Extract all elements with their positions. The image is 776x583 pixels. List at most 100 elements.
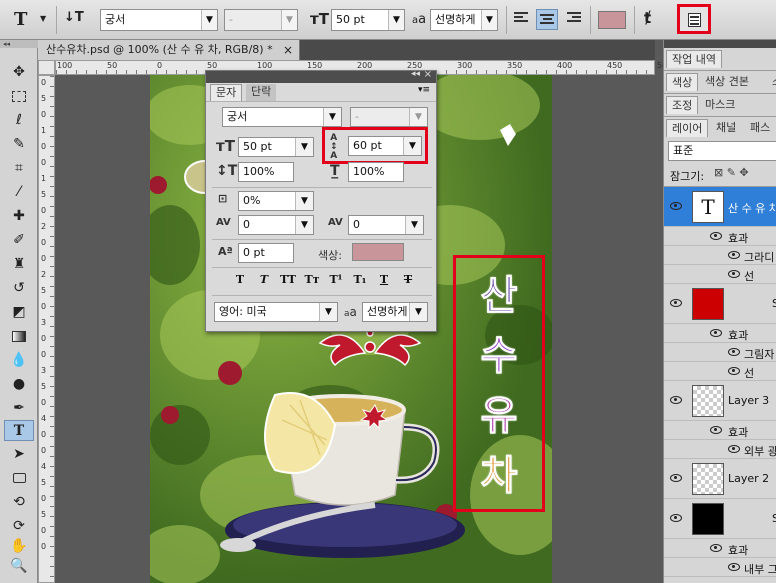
style-button[interactable]: T — [398, 273, 418, 286]
shape-tool-icon[interactable] — [4, 468, 34, 489]
antialias-select[interactable]: 선명하게 ▼ — [430, 9, 498, 31]
lasso-tool-icon[interactable]: ℓ — [4, 110, 34, 131]
type-tool-icon[interactable]: T — [4, 420, 34, 441]
blur-tool-icon[interactable]: 💧 — [4, 350, 34, 371]
style-button[interactable]: TT — [278, 273, 298, 286]
layer-row[interactable]: 선 — [664, 265, 776, 284]
horizontal-scale-field[interactable]: 100% — [348, 162, 404, 182]
panel-antialias-select[interactable]: 선명하게 ▼ — [362, 302, 428, 322]
tab-color-group-0[interactable]: 색상 — [666, 73, 699, 91]
font-family-select[interactable]: 궁서 ▼ — [100, 9, 218, 31]
tab-history[interactable]: 작업 내역 — [666, 50, 722, 68]
lock-icons[interactable]: ⊠ ✎ ✥ — [714, 166, 749, 179]
quick-select-tool-icon[interactable]: ✎ — [4, 134, 34, 155]
visibility-eye-icon[interactable] — [728, 367, 740, 375]
brush-tool-icon[interactable]: ✐ — [4, 230, 34, 251]
text-color-swatch[interactable] — [352, 243, 404, 261]
visibility-eye-icon[interactable] — [670, 299, 682, 307]
visibility-eye-icon[interactable] — [710, 232, 722, 240]
tab-color-group-2[interactable]: 스 — [767, 73, 776, 91]
text-orientation-icon[interactable]: ↓T — [64, 10, 84, 25]
tab-adjust-group-1[interactable]: 마스크 — [700, 96, 740, 114]
panel-titlebar[interactable]: ◂◂ × — [206, 69, 436, 83]
baseline-shift-field[interactable]: 0 pt — [238, 243, 294, 263]
layer-row[interactable]: 그라디 — [664, 246, 776, 265]
blend-mode-select[interactable]: 표준 — [668, 141, 776, 161]
toolbox-grip[interactable]: ◂◂ — [0, 40, 38, 48]
visibility-eye-icon[interactable] — [670, 396, 682, 404]
visibility-eye-icon[interactable] — [728, 348, 740, 356]
toggle-character-panel-button[interactable] — [677, 4, 711, 34]
layer-row[interactable]: 그림자 — [664, 343, 776, 362]
layer-row[interactable]: 효과 — [664, 227, 776, 246]
tab-color-group-1[interactable]: 색상 견본 — [700, 73, 754, 91]
panel-font-family-select[interactable]: 궁서 ▼ — [222, 107, 342, 127]
close-tab-icon[interactable]: × — [283, 40, 293, 60]
style-button[interactable]: T — [230, 273, 250, 286]
visibility-eye-icon[interactable] — [710, 329, 722, 337]
visibility-eye-icon[interactable] — [710, 544, 722, 552]
visibility-eye-icon[interactable] — [670, 514, 682, 522]
style-button[interactable]: T¹ — [326, 273, 346, 286]
text-color-swatch[interactable] — [598, 11, 626, 29]
warp-text-icon[interactable]: ⱦ — [644, 9, 651, 27]
layer-row[interactable]: 선 — [664, 362, 776, 381]
collapse-panel-icon[interactable]: ◂◂ — [411, 69, 420, 79]
vertical-scale-field[interactable]: 100% — [238, 162, 294, 182]
visibility-eye-icon[interactable] — [728, 270, 740, 278]
panel-dock-grip[interactable] — [664, 40, 776, 48]
crop-tool-icon[interactable]: ⌗ — [4, 158, 34, 179]
layer-row[interactable]: Layer 3 — [664, 381, 776, 421]
tab-layers-group-0[interactable]: 레이어 — [666, 119, 709, 137]
layer-row[interactable]: S — [664, 284, 776, 324]
layer-row[interactable]: Layer 2 — [664, 459, 776, 499]
eyedropper-tool-icon[interactable]: ⁄ — [4, 182, 34, 203]
align-center-icon[interactable] — [536, 9, 558, 30]
layer-row[interactable]: S — [664, 499, 776, 539]
dodge-tool-icon[interactable]: ● — [4, 374, 34, 395]
hand-tool-icon[interactable]: ✋ — [4, 536, 34, 557]
tool-preset-dropdown-icon[interactable]: ▼ — [40, 14, 46, 23]
panel-menu-icon[interactable]: ▾≡ — [418, 85, 430, 95]
pen-tool-icon[interactable]: ✒ — [4, 398, 34, 419]
visibility-eye-icon[interactable] — [710, 426, 722, 434]
align-right-icon[interactable] — [565, 12, 581, 26]
panel-leading-select[interactable]: 60 pt ▼ — [348, 136, 422, 156]
tab-adjust-group-0[interactable]: 조정 — [666, 96, 699, 114]
visibility-eye-icon[interactable] — [728, 251, 740, 259]
align-left-icon[interactable] — [514, 12, 530, 26]
tab-paragraph[interactable]: 단락 — [246, 84, 277, 101]
layer-row[interactable]: 효과 — [664, 324, 776, 343]
visibility-eye-icon[interactable] — [670, 474, 682, 482]
layer-row[interactable]: 내부 그 — [664, 558, 776, 577]
layer-row[interactable]: T산 수 유 차 — [664, 187, 776, 227]
tab-layers-group-2[interactable]: 패스 — [745, 119, 775, 137]
eraser-tool-icon[interactable]: ◩ — [4, 302, 34, 323]
type-tool-icon[interactable]: T — [14, 9, 27, 30]
layer-row[interactable]: 외부 광 — [664, 440, 776, 459]
visibility-eye-icon[interactable] — [728, 563, 740, 571]
healing-tool-icon[interactable]: ✚ — [4, 206, 34, 227]
tab-layers-group-1[interactable]: 채널 — [711, 119, 741, 137]
style-button[interactable]: T₁ — [350, 273, 370, 286]
style-button[interactable]: T — [374, 273, 394, 286]
vertical-text-layer[interactable]: 산수유차 — [453, 255, 545, 512]
path-select-tool-icon[interactable]: ➤ — [4, 444, 34, 465]
document-tab[interactable]: 산수유차.psd @ 100% (산 수 유 차, RGB/8) * × — [38, 40, 300, 60]
language-select[interactable]: 영어: 미국 ▼ — [214, 302, 338, 322]
tracking-select[interactable]: 0 ▼ — [348, 215, 424, 235]
visibility-eye-icon[interactable] — [728, 445, 740, 453]
3d-orbit-tool-icon[interactable]: ⟳ — [4, 516, 34, 537]
tab-character[interactable]: 문자 — [210, 84, 243, 101]
kerning-select[interactable]: 0 ▼ — [238, 215, 314, 235]
gradient-tool-icon[interactable] — [4, 326, 34, 347]
style-button[interactable]: T — [254, 273, 274, 286]
tsume-select[interactable]: 0% ▼ — [238, 191, 314, 211]
font-size-select[interactable]: 50 pt ▼ — [331, 9, 405, 31]
style-button[interactable]: Tт — [302, 273, 322, 286]
move-tool-icon[interactable]: ✥ — [4, 62, 34, 83]
marquee-tool-icon[interactable] — [4, 86, 34, 107]
3d-rotate-tool-icon[interactable]: ⟲ — [4, 492, 34, 513]
history-brush-tool-icon[interactable]: ↺ — [4, 278, 34, 299]
close-panel-icon[interactable]: × — [424, 69, 432, 80]
